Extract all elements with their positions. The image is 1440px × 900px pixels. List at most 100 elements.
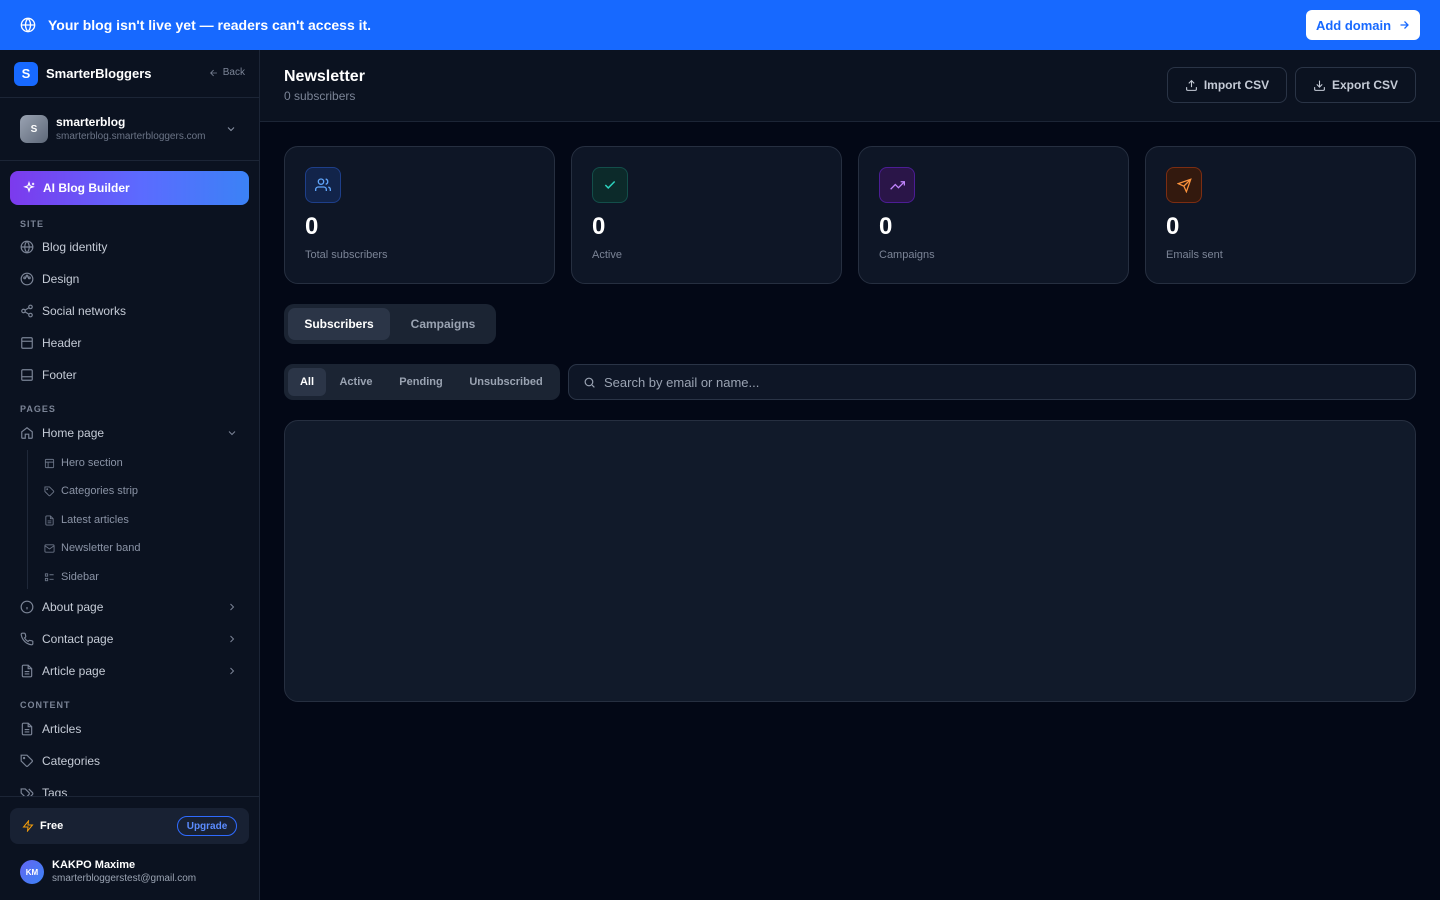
filter-unsubscribed[interactable]: Unsubscribed	[460, 368, 552, 396]
sidebar-item-label: Footer	[42, 368, 77, 382]
sidebar-item-categories[interactable]: Categories	[20, 751, 244, 771]
page-header: Newsletter 0 subscribers Import CSV Expo…	[260, 50, 1440, 122]
sidebar-item-contact-page[interactable]: Contact page	[20, 629, 244, 649]
stat-value: 0	[879, 213, 893, 240]
import-csv-label: Import CSV	[1203, 78, 1270, 92]
sidebar-item-label: Contact page	[42, 632, 114, 646]
subitem-categories-strip[interactable]: Categories strip	[44, 483, 138, 499]
filter-all[interactable]: All	[288, 368, 326, 396]
user-email: smarterbloggerstest@gmail.com	[52, 873, 197, 884]
sidebar-item-label: Home page	[42, 426, 105, 440]
phone-icon	[20, 632, 34, 646]
upgrade-button[interactable]: Upgrade	[177, 816, 237, 836]
globe-icon	[20, 17, 36, 33]
banner-message: Your blog isn't live yet — readers can't…	[48, 17, 372, 33]
stat-value: 0	[1166, 213, 1180, 240]
plan-card: Free Upgrade	[10, 808, 249, 844]
users-icon	[305, 167, 341, 203]
site-url: smarterblog.smarterbloggers.com	[56, 130, 206, 142]
export-csv-button[interactable]: Export CSV	[1295, 67, 1416, 103]
sidebar-item-home-page[interactable]: Home page	[20, 423, 244, 443]
tag-icon	[20, 754, 34, 768]
subitem-sidebar[interactable]: Sidebar	[44, 569, 99, 585]
site-name: smarterblog	[56, 114, 126, 129]
brand-logo: S	[14, 61, 38, 86]
header-layout-icon	[20, 336, 34, 350]
check-icon	[592, 167, 628, 203]
sidebar-item-article-page[interactable]: Article page	[20, 661, 244, 681]
stat-label: Emails sent	[1166, 249, 1223, 261]
ai-blog-builder-button[interactable]: AI Blog Builder	[10, 171, 249, 205]
sidebar-item-blog-identity[interactable]: Blog identity	[20, 237, 244, 257]
stat-card-total-subscribers: 0 Total subscribers	[284, 146, 555, 284]
tab-campaigns[interactable]: Campaigns	[390, 308, 496, 340]
download-icon	[1313, 79, 1326, 92]
site-selector[interactable]: S smarterblog smarterblog.smarterblogger…	[0, 98, 259, 161]
footer-layout-icon	[20, 368, 34, 382]
submenu-guide-line	[27, 450, 28, 589]
unpublished-banner: Your blog isn't live yet — readers can't…	[0, 0, 1440, 50]
subitem-label: Categories strip	[61, 485, 139, 497]
filter-pending[interactable]: Pending	[388, 368, 454, 396]
sidebar-footer: Free Upgrade KM KAKPO Maxime smarterblog…	[0, 796, 259, 900]
subitem-label: Newsletter band	[61, 542, 141, 554]
zap-icon	[22, 820, 34, 832]
stat-label: Active	[592, 249, 622, 261]
sidebar-item-footer[interactable]: Footer	[20, 365, 244, 385]
file-icon	[20, 664, 34, 678]
search-input[interactable]	[604, 374, 1384, 390]
subitem-latest-articles[interactable]: Latest articles	[44, 512, 129, 528]
trending-up-icon	[879, 167, 915, 203]
search-box	[568, 364, 1416, 400]
sidebar: S SmarterBloggers Back S smarterblog sma…	[0, 50, 260, 900]
sidebar-item-label: Social networks	[42, 304, 127, 318]
info-icon	[20, 600, 34, 614]
send-icon	[1166, 167, 1202, 203]
section-label-pages: PAGES	[20, 404, 56, 414]
sidebar-item-about-page[interactable]: About page	[20, 597, 244, 617]
plan-name: Free	[40, 820, 64, 832]
back-link[interactable]: Back	[209, 67, 245, 78]
chevron-right-icon	[226, 633, 238, 645]
subitem-newsletter-band[interactable]: Newsletter band	[44, 540, 141, 556]
globe-icon	[20, 240, 34, 254]
file-icon	[44, 514, 55, 526]
subitem-hero-section[interactable]: Hero section	[44, 455, 123, 471]
sidebar-item-design[interactable]: Design	[20, 269, 244, 289]
home-icon	[20, 426, 34, 440]
arrow-right-icon	[1398, 19, 1410, 31]
import-csv-button[interactable]: Import CSV	[1167, 67, 1287, 103]
stat-label: Campaigns	[879, 249, 935, 261]
section-label-site: SITE	[20, 219, 45, 229]
subitem-label: Latest articles	[61, 514, 129, 526]
chevron-down-icon	[225, 123, 237, 135]
tab-subscribers[interactable]: Subscribers	[288, 308, 390, 340]
page-title: Newsletter	[284, 68, 365, 85]
sidebar-item-label: Article page	[42, 664, 106, 678]
sidebar-item-articles[interactable]: Articles	[20, 719, 244, 739]
tag-icon	[44, 485, 55, 497]
layout-icon	[44, 458, 55, 469]
sidebar-item-header[interactable]: Header	[20, 333, 244, 353]
file-icon	[20, 722, 34, 736]
add-domain-label: Add domain	[1315, 17, 1392, 33]
stat-card-campaigns: 0 Campaigns	[858, 146, 1129, 284]
palette-icon	[20, 272, 34, 286]
stat-value: 0	[305, 213, 319, 240]
sidebar-item-label: About page	[42, 600, 104, 614]
subscriber-count: 0 subscribers	[284, 89, 356, 103]
add-domain-button[interactable]: Add domain	[1306, 10, 1420, 40]
arrow-left-icon	[209, 68, 219, 78]
stat-label: Total subscribers	[305, 249, 388, 261]
filter-active[interactable]: Active	[330, 368, 382, 396]
chevron-right-icon	[226, 601, 238, 613]
site-avatar: S	[20, 115, 48, 143]
back-label: Back	[222, 67, 245, 78]
user-profile[interactable]: KM KAKPO Maxime smarterbloggerstest@gmai…	[20, 859, 196, 885]
mail-icon	[44, 543, 55, 554]
chevron-right-icon	[226, 665, 238, 677]
brand-bar: S SmarterBloggers Back	[0, 50, 259, 98]
share-icon	[20, 304, 34, 318]
list-icon	[44, 572, 55, 583]
sidebar-item-social-networks[interactable]: Social networks	[20, 301, 244, 321]
